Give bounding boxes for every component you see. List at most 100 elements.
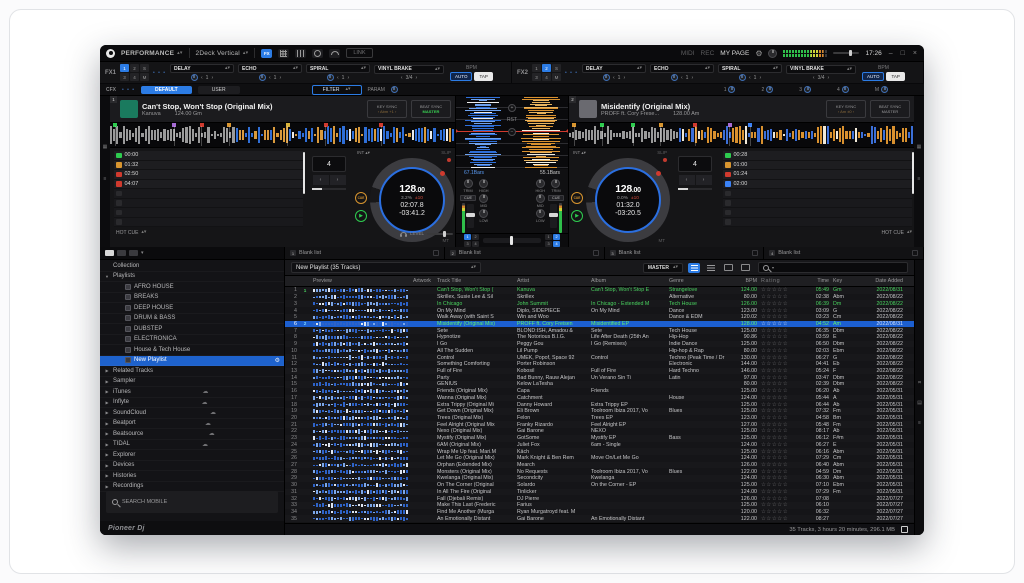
table-row[interactable]: 25 Wrap Me Up feat. Mari.M Käch 125.00 ☆…	[285, 448, 914, 455]
cloud-sync-icon[interactable]: ☁	[202, 441, 208, 448]
layout-select[interactable]: 2Deck Vertical▴▾	[196, 50, 249, 57]
cell-rating[interactable]: ☆☆☆☆☆	[759, 375, 805, 381]
sidebar-item[interactable]: ▶ Sampler	[100, 377, 284, 388]
xfader-assign-button[interactable]: 1	[545, 234, 552, 240]
cue-marker[interactable]	[659, 123, 663, 127]
tag-view-icon[interactable]	[117, 250, 126, 256]
blank-list-tab[interactable]: 4Blank list	[764, 247, 924, 259]
sidebar-item[interactable]: Collection	[100, 261, 284, 272]
cell-rating[interactable]: ☆☆☆☆☆	[759, 455, 805, 461]
high-eq-knob[interactable]	[479, 179, 488, 188]
channel-fader[interactable]	[467, 204, 474, 228]
play-button[interactable]: ▶	[355, 210, 367, 222]
cue-marker[interactable]	[631, 123, 635, 127]
cell-rating[interactable]: ☆☆☆☆☆	[759, 449, 805, 455]
table-row[interactable]: 34 Find Me Another (Murga Ryan Murgatroy…	[285, 509, 914, 516]
artwork-pane-icon[interactable]	[739, 263, 751, 273]
panel-toggle-icon[interactable]: ≡	[918, 176, 921, 182]
grid-view-icon[interactable]	[688, 263, 700, 273]
table-row[interactable]: 4 On My Mind Diplo, SIDEPIECE On My Mind…	[285, 307, 914, 314]
trim-knob[interactable]	[551, 179, 560, 188]
cue-point-row[interactable]: 04:07	[114, 180, 303, 190]
expand-arrow-icon[interactable]: ▶	[104, 473, 110, 478]
channel-fader[interactable]	[550, 204, 557, 228]
preview-waveform[interactable]	[313, 362, 409, 367]
cell-rating[interactable]: ☆☆☆☆☆	[759, 341, 805, 347]
search-mobile-button[interactable]: SEARCH MOBILE	[106, 491, 278, 513]
bpm-tap-button[interactable]: TAP	[886, 72, 904, 81]
preview-waveform[interactable]	[313, 456, 409, 461]
play-button[interactable]: ▶	[571, 210, 583, 222]
col-preview[interactable]: Preview	[311, 278, 411, 284]
cue-marker[interactable]	[113, 123, 117, 127]
beat-jump-fwd-button[interactable]: ›	[330, 175, 346, 185]
table-row[interactable]: 8 Hypnotize The Notorious B.I.G. Life Af…	[285, 334, 914, 341]
cell-rating[interactable]: ☆☆☆☆☆	[759, 314, 805, 320]
beat-jump-back-button[interactable]: ‹	[313, 175, 329, 185]
sidebar-item[interactable]: DRUM & BASS	[100, 314, 284, 325]
cue-marker[interactable]	[172, 123, 176, 127]
mode-select[interactable]: PERFORMANCE▴▾	[121, 50, 183, 57]
preview-waveform[interactable]	[313, 496, 409, 501]
table-row[interactable]: 33 Make This Last (Frederic Farius 125.0…	[285, 502, 914, 509]
cell-rating[interactable]: ☆☆☆☆☆	[759, 294, 805, 300]
cell-rating[interactable]: ☆☆☆☆☆	[759, 334, 805, 340]
cell-rating[interactable]: ☆☆☆☆☆	[759, 287, 805, 293]
table-row[interactable]: 23 Mystify (Original Mix) GotSome Mystif…	[285, 435, 914, 442]
sidebar-item[interactable]: BREAKS	[100, 293, 284, 304]
cue-marker[interactable]	[324, 123, 328, 127]
master-deck-selector[interactable]: MASTER▴▾	[643, 263, 683, 273]
vertical-waveforms[interactable]: +RST−	[456, 96, 568, 169]
fx1-slot1-select[interactable]: DELAY▴▾	[170, 64, 234, 73]
zoom-reset-button[interactable]: RST	[507, 117, 517, 123]
preview-waveform[interactable]	[313, 449, 409, 454]
int-mode-selector[interactable]: INT ▴▾	[357, 150, 370, 156]
cfx-param-knob[interactable]	[391, 86, 398, 93]
fx2-slot1-knob[interactable]	[603, 74, 610, 81]
table-row[interactable]: 21 Feel Alright (Original Mix Franky Riz…	[285, 421, 914, 428]
fx-assign-button[interactable]: 1	[532, 64, 541, 72]
cfx-default-button[interactable]: DEFAULT	[141, 86, 192, 94]
fx-panel-icon[interactable]: FX	[261, 49, 272, 58]
cue-point-row[interactable]: 02:50	[114, 170, 303, 180]
cue-marker[interactable]	[227, 123, 231, 127]
info-panel-icon[interactable]: ⌗	[918, 380, 921, 386]
blank-list-tab[interactable]: 3Blank list	[605, 247, 765, 259]
fx-assign-button[interactable]: 1	[120, 64, 129, 72]
preview-waveform[interactable]	[313, 295, 409, 300]
cell-rating[interactable]: ☆☆☆☆☆	[759, 509, 805, 515]
cell-rating[interactable]: ☆☆☆☆☆	[759, 301, 805, 307]
cell-rating[interactable]: ☆☆☆☆☆	[759, 381, 805, 387]
panel-toggle-icon[interactable]: ▦	[103, 144, 108, 150]
col-artist[interactable]: Artist	[515, 278, 589, 284]
pad-panel-icon[interactable]	[278, 49, 289, 58]
preview-waveform[interactable]	[313, 490, 409, 495]
table-row[interactable]: 14 Party Bad Bunny, Rauw Alejan Un Veran…	[285, 374, 914, 381]
deck2-waveform[interactable]	[569, 122, 914, 148]
table-row[interactable]: 19 Get Down (Original Mix) Eli Brown Too…	[285, 408, 914, 415]
cloud-sync-icon[interactable]: ☁	[205, 420, 211, 427]
sidebar-item[interactable]: ▶ Histories	[100, 471, 284, 482]
cell-rating[interactable]: ☆☆☆☆☆	[759, 348, 805, 354]
expand-arrow-icon[interactable]: ▶	[104, 484, 110, 489]
preview-waveform[interactable]	[313, 463, 409, 468]
crossfader[interactable]	[483, 238, 541, 243]
col-title[interactable]: Track Title	[435, 278, 515, 284]
cue-marker[interactable]	[693, 123, 697, 127]
preview-waveform[interactable]	[313, 409, 409, 414]
low-eq-knob[interactable]	[479, 209, 488, 218]
fx2-slot1-select[interactable]: DELAY▴▾	[582, 64, 646, 73]
mixer-panel-icon[interactable]	[295, 49, 306, 58]
cue-point-row[interactable]	[723, 189, 912, 199]
playlist-gear-icon[interactable]: ⚙	[275, 357, 280, 364]
preview-waveform[interactable]	[313, 416, 409, 421]
table-row[interactable]: 28 Monsters (Original Mix) No Requests T…	[285, 468, 914, 475]
xfader-assign-button[interactable]: 1	[464, 234, 471, 240]
fx-assign-button[interactable]: 3	[532, 73, 541, 81]
sidebar-item[interactable]: House & Tech House	[100, 345, 284, 356]
cell-rating[interactable]: ☆☆☆☆☆	[759, 428, 805, 434]
sidebar-item[interactable]: ▶ Beatport ☁	[100, 419, 284, 430]
cell-rating[interactable]: ☆☆☆☆☆	[759, 516, 805, 522]
preview-waveform[interactable]	[313, 382, 409, 387]
cfx-channel-knob[interactable]	[842, 86, 849, 93]
